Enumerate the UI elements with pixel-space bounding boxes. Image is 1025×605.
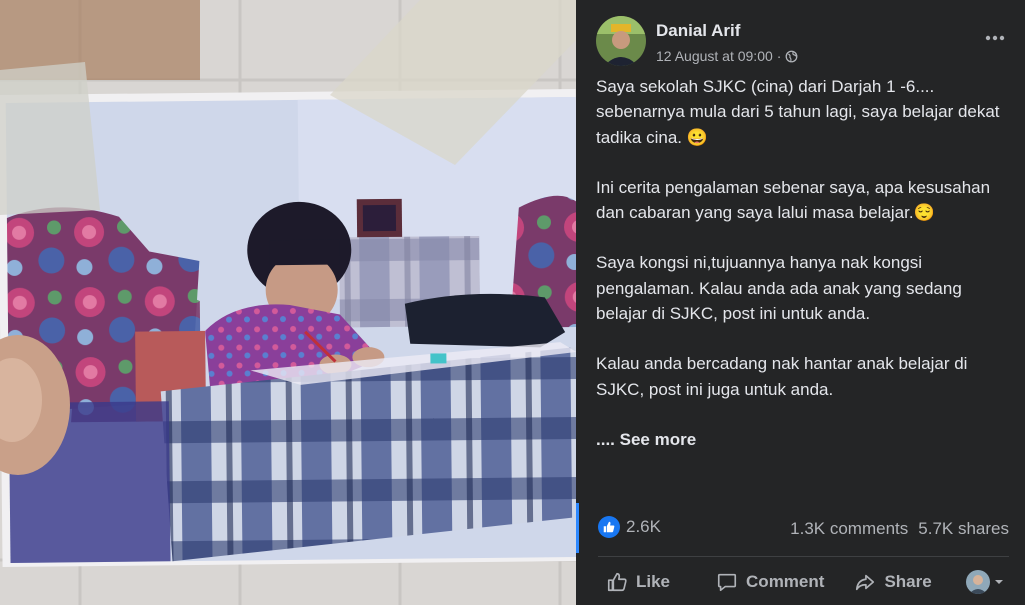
post-header: Danial Arif 12 August at 09:00 · (596, 16, 1009, 68)
post-paragraph: Ini cerita pengalaman sebenar saya, apa … (596, 177, 991, 223)
profile-avatar (965, 570, 990, 594)
globe-icon (785, 50, 798, 63)
see-more-link[interactable]: .... See more (596, 430, 696, 449)
scroll-indicator (576, 503, 579, 553)
post-stats: 2.6K 1.3K comments 5.7K shares (598, 516, 1009, 544)
engagement-counts: 1.3K comments 5.7K shares (790, 519, 1009, 539)
more-options-button[interactable] (981, 26, 1009, 50)
like-label: Like (636, 572, 671, 591)
post-paragraph: Kalau anda bercadang nak hantar anak bel… (596, 354, 968, 399)
comment-button[interactable]: Comment (716, 571, 824, 593)
post-body: Saya sekolah SJKC (cina) dari Darjah 1 -… (596, 74, 1006, 452)
post-timestamp[interactable]: 12 August at 09:00 (656, 48, 773, 64)
share-icon (856, 574, 875, 591)
post-paragraph: Saya sekolah SJKC (cina) dari Darjah 1 -… (596, 77, 1000, 147)
comment-label: Comment (746, 572, 825, 591)
comments-count[interactable]: 1.3K comments (790, 519, 908, 539)
share-button[interactable]: Share (854, 571, 932, 593)
shares-count[interactable]: 5.7K shares (918, 519, 1009, 539)
thumbs-up-icon (607, 572, 627, 592)
reaction-summary[interactable]: 2.6K (598, 516, 661, 538)
post-meta: 12 August at 09:00 · (656, 48, 798, 64)
author-avatar[interactable] (596, 16, 646, 66)
share-label: Share (884, 572, 932, 591)
like-button[interactable]: Like (606, 571, 670, 593)
divider (598, 556, 1009, 557)
post-panel: Danial Arif 12 August at 09:00 · Saya se… (576, 0, 1025, 605)
action-bar: Like Comment Share (598, 562, 1015, 602)
chevron-down-icon (994, 580, 1003, 584)
author-name[interactable]: Danial Arif (656, 21, 740, 41)
switch-profile-button[interactable] (965, 570, 1004, 594)
reaction-count: 2.6K (626, 517, 661, 536)
post-photo-image (0, 0, 576, 605)
post-photo[interactable] (0, 0, 576, 605)
like-reaction-icon (598, 516, 620, 538)
post-paragraph: Saya kongsi ni,tujuannya hanya nak kongs… (596, 253, 962, 324)
comment-icon (717, 573, 737, 592)
more-options-icon (985, 35, 1005, 41)
meta-separator: · (776, 48, 782, 64)
